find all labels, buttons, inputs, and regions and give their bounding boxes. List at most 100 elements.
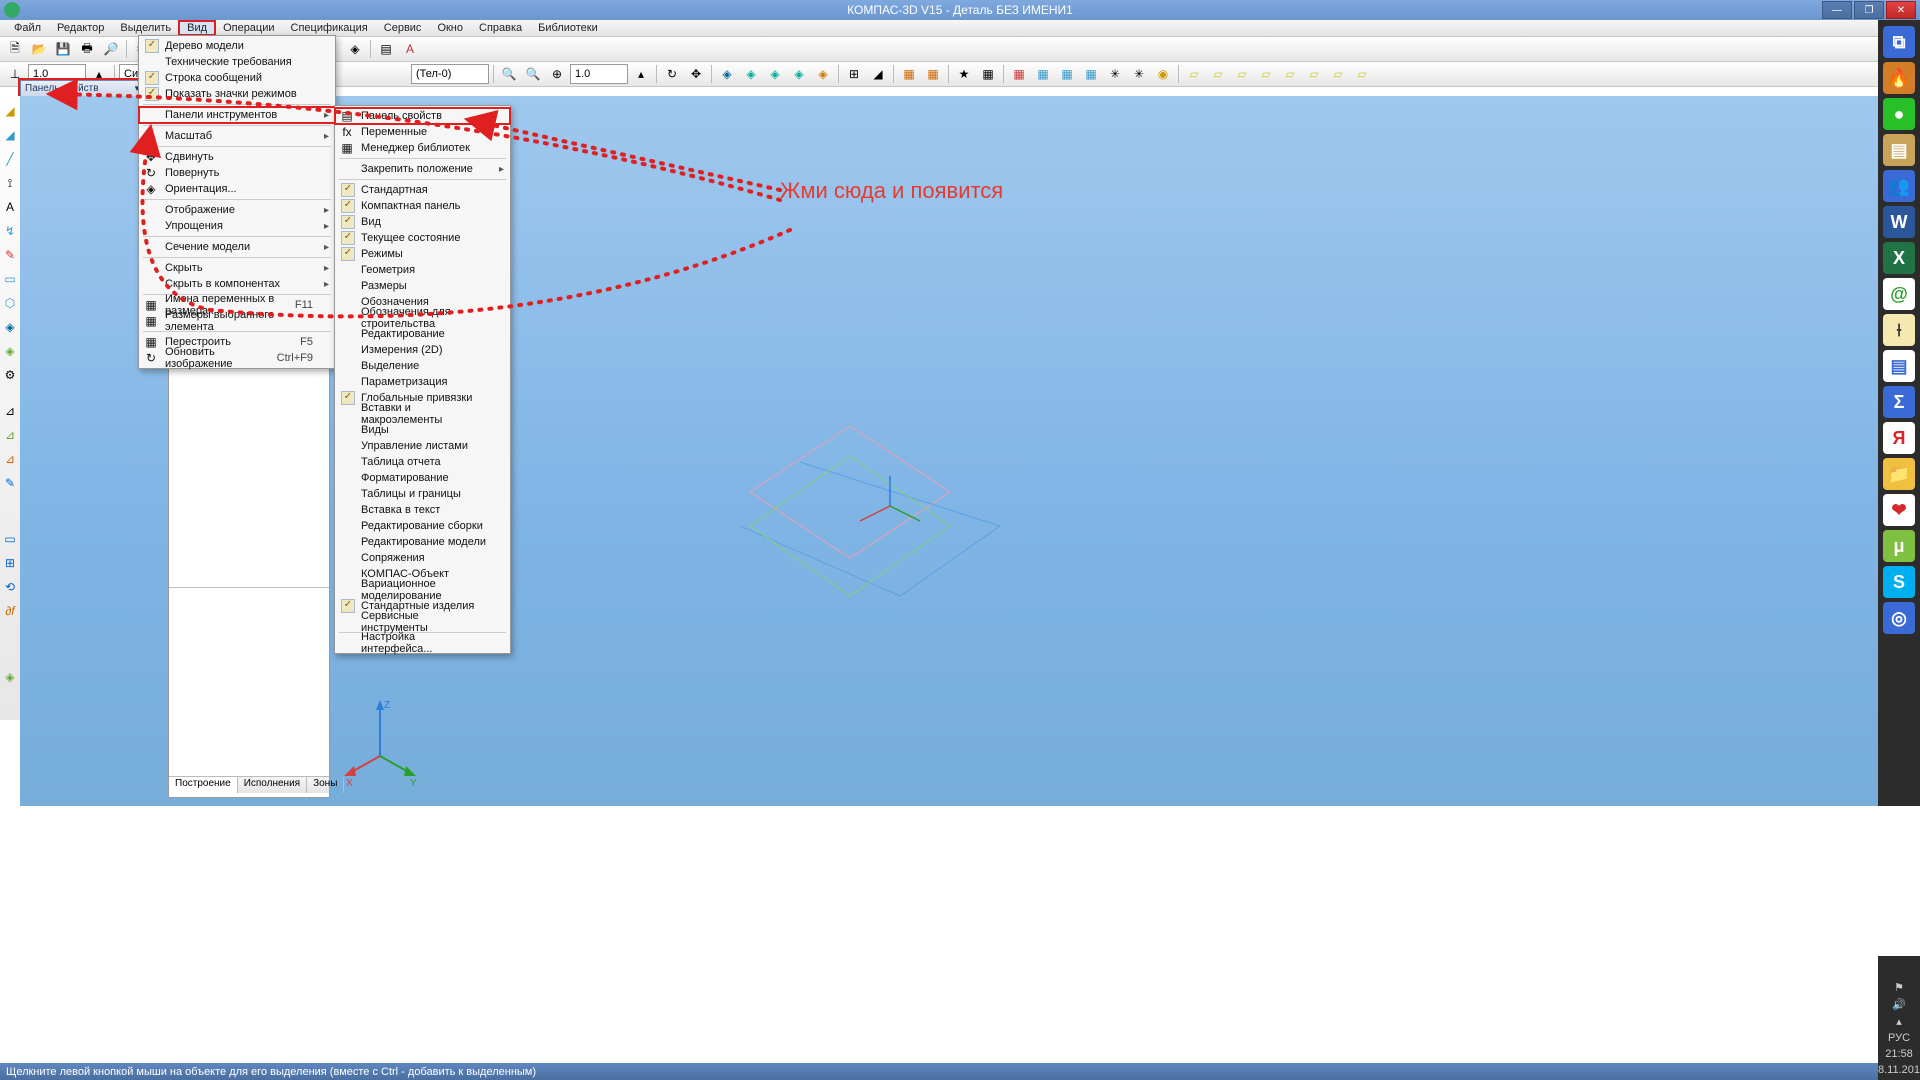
p-7-icon[interactable]: ▱ (1327, 63, 1349, 85)
p-3-icon[interactable]: ▱ (1231, 63, 1253, 85)
iso-icon[interactable]: ◈ (716, 63, 738, 85)
app-tile-17-icon[interactable]: ◎ (1883, 602, 1915, 634)
tree-tab[interactable]: Зоны (307, 777, 344, 793)
rotate-icon[interactable]: ↻ (661, 63, 683, 85)
lt-9-icon[interactable]: ⬡ (0, 292, 21, 314)
menu-item[interactable]: Выделение (335, 358, 510, 374)
menu-item[interactable]: ↻Обновить изображениеCtrl+F9 (139, 350, 335, 366)
property-panel-tab[interactable]: Панель свойств (20, 80, 146, 97)
tray-net-icon[interactable]: ▴ (1896, 1015, 1902, 1028)
app-tile-5-icon[interactable]: 👥 (1883, 170, 1915, 202)
c-5-icon[interactable]: ✳ (1104, 63, 1126, 85)
menu-item[interactable]: Сопряжения (335, 550, 510, 566)
save-icon[interactable]: 💾 (52, 38, 74, 60)
menu-item[interactable]: Вставки и макроэлементы (335, 406, 510, 422)
app-tile-14-icon[interactable]: ❤ (1883, 494, 1915, 526)
c-4-icon[interactable]: ▦ (1080, 63, 1102, 85)
menu-item[interactable]: ✓Показать значки режимов (139, 86, 335, 102)
menu-библиотеки[interactable]: Библиотеки (530, 21, 606, 35)
body-combo[interactable] (411, 64, 489, 84)
orient-icon[interactable]: ◈ (344, 38, 366, 60)
menu-редактор[interactable]: Редактор (49, 21, 112, 35)
menu-item[interactable]: ↻Повернуть (139, 165, 335, 181)
preview-icon[interactable]: 🔎 (100, 38, 122, 60)
menu-item[interactable]: Сечение модели (139, 239, 335, 255)
menu-item[interactable]: Отображение (139, 202, 335, 218)
word-icon[interactable]: W (1883, 206, 1915, 238)
menu-item[interactable]: fxПеременные (335, 124, 510, 140)
lt-15-icon[interactable]: ⊿ (0, 448, 21, 470)
lt-16-icon[interactable]: ✎ (0, 472, 21, 494)
tree-tab[interactable]: Исполнения (238, 777, 307, 793)
excel-icon[interactable]: X (1883, 242, 1915, 274)
menu-item[interactable]: Управление листами (335, 438, 510, 454)
menu-item[interactable]: ✓Стандартная (335, 182, 510, 198)
menu-item[interactable]: ◈Ориентация... (139, 181, 335, 197)
lt-21-icon[interactable]: ◈ (0, 666, 21, 688)
open-icon[interactable]: 📂 (28, 38, 50, 60)
menu-item[interactable]: ✓Строка сообщений (139, 70, 335, 86)
lt-6-icon[interactable]: ↯ (0, 220, 21, 242)
hidden-icon[interactable]: ◈ (788, 63, 810, 85)
p-1-icon[interactable]: ▱ (1183, 63, 1205, 85)
lt-1-icon[interactable]: ◢ (0, 100, 21, 122)
lt-13-icon[interactable]: ⊿ (0, 400, 21, 422)
tray-volume-icon[interactable]: 🔊 (1892, 998, 1906, 1011)
menu-окно[interactable]: Окно (429, 21, 471, 35)
menu-item[interactable]: Вариационное моделирование (335, 582, 510, 598)
zoom-input[interactable] (570, 64, 628, 84)
menu-item[interactable]: ✓Вид (335, 214, 510, 230)
zoom-stepper-icon[interactable]: ▴ (630, 63, 652, 85)
snap-1-icon[interactable]: ⊞ (843, 63, 865, 85)
c-6-icon[interactable]: ✳ (1128, 63, 1150, 85)
yandex-icon[interactable]: Я (1883, 422, 1915, 454)
zoom-in-icon[interactable]: ⊕ (546, 63, 568, 85)
menu-item[interactable]: Виды (335, 422, 510, 438)
c-3-icon[interactable]: ▦ (1056, 63, 1078, 85)
menu-item[interactable]: ✓Текущее состояние (335, 230, 510, 246)
menu-item[interactable]: Настройка интерфейса... (335, 635, 510, 651)
p-6-icon[interactable]: ▱ (1303, 63, 1325, 85)
menu-item[interactable]: Таблицы и границы (335, 486, 510, 502)
lt-3-icon[interactable]: ╱ (0, 148, 21, 170)
lt-12-icon[interactable]: ⚙ (0, 364, 21, 386)
menu-спецификация[interactable]: Спецификация (283, 21, 376, 35)
print-icon[interactable]: 🖶 (76, 38, 98, 60)
p-4-icon[interactable]: ▱ (1255, 63, 1277, 85)
zoom-fit-icon[interactable]: 🔍 (498, 63, 520, 85)
new-icon[interactable]: 🗎 (4, 38, 26, 60)
tray-flag-icon[interactable]: ⚑ (1894, 981, 1904, 994)
skype-icon[interactable]: S (1883, 566, 1915, 598)
p-2-icon[interactable]: ▱ (1207, 63, 1229, 85)
menu-item[interactable]: Закрепить положение (335, 161, 510, 177)
format-icon[interactable]: A (399, 38, 421, 60)
menu-выделить[interactable]: Выделить (112, 21, 179, 35)
menu-файл[interactable]: Файл (6, 21, 49, 35)
menu-справка[interactable]: Справка (471, 21, 530, 35)
lt-4-icon[interactable]: ⟟ (0, 172, 21, 194)
lt-5-icon[interactable]: A (0, 196, 21, 218)
lt-14-icon[interactable]: ⊿ (0, 424, 21, 446)
menu-item[interactable]: Параметризация (335, 374, 510, 390)
menu-item[interactable]: Редактирование сборки (335, 518, 510, 534)
lt-2-icon[interactable]: ◢ (0, 124, 21, 146)
menu-item[interactable]: Панели инструментов (139, 107, 335, 123)
lt-8-icon[interactable]: ▭ (0, 268, 21, 290)
zoom-window-icon[interactable]: 🔍 (522, 63, 544, 85)
lib-2-icon[interactable]: ▦ (922, 63, 944, 85)
menu-операции[interactable]: Операции (215, 21, 282, 35)
menu-item[interactable]: Вставка в текст (335, 502, 510, 518)
shade-icon[interactable]: ◈ (764, 63, 786, 85)
fav-icon[interactable]: ★ (953, 63, 975, 85)
menu-item[interactable]: Форматирование (335, 470, 510, 486)
app-tile-2-icon[interactable]: 🔥 (1883, 62, 1915, 94)
menu-item[interactable]: ✥Сдвинуть (139, 149, 335, 165)
app-tile-10-icon[interactable]: ▤ (1883, 350, 1915, 382)
app-tile-1-icon[interactable]: ⧉ (1883, 26, 1915, 58)
maximize-button[interactable]: ❐ (1854, 1, 1884, 19)
lt-10-icon[interactable]: ◈ (0, 316, 21, 338)
menu-item[interactable]: Редактирование модели (335, 534, 510, 550)
menu-item[interactable]: Упрощения (139, 218, 335, 234)
lt-20-icon[interactable]: ∂f (0, 600, 21, 622)
snap-2-icon[interactable]: ◢ (867, 63, 889, 85)
